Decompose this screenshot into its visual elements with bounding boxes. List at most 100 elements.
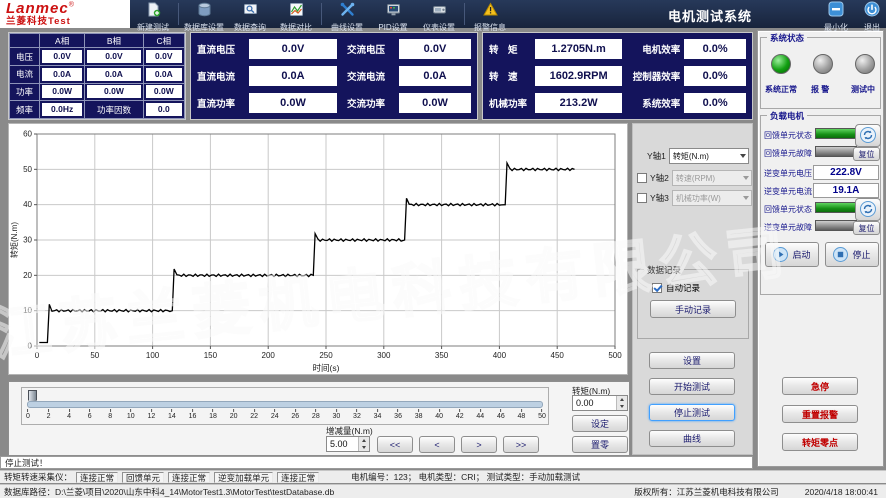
corner-cell	[10, 34, 40, 48]
emergency-stop-button[interactable]: 急停	[782, 377, 858, 395]
spin-up-icon[interactable]	[359, 437, 369, 444]
fast-decrease-button[interactable]: <<	[377, 436, 413, 453]
slider-tick: 30	[332, 409, 340, 420]
set-torque-button[interactable]: 设定	[572, 415, 628, 432]
motor-start-button[interactable]: 启动	[765, 242, 819, 267]
copyright-text: 版权所有：江苏兰菱机电科技有限公司	[634, 486, 779, 498]
y-axis-3-checkbox[interactable]	[637, 193, 647, 203]
zero-button[interactable]: 置零	[572, 436, 628, 453]
power-factor-value: 0.0	[146, 103, 182, 116]
dc-current-value: 0.0A	[249, 66, 337, 86]
load-control-panel: 0246810121416182022242628303234363840424…	[8, 381, 630, 456]
torque-slider-track[interactable]	[27, 401, 543, 408]
spin-down-icon[interactable]	[617, 403, 627, 410]
start-test-button[interactable]: 开始测试	[649, 378, 735, 395]
toolbar-meter-settings[interactable]: 仪表设置	[416, 0, 462, 28]
spin-down-icon[interactable]	[359, 444, 369, 451]
torque-value: 1.2705N.m	[535, 39, 623, 59]
feedback-reset-button[interactable]: 复位	[853, 147, 880, 161]
increase-button[interactable]: >	[461, 436, 497, 453]
data-record-groupbox: 数据记录 自动记录 手动记录	[637, 269, 749, 339]
motor-stop-button[interactable]: 停止	[825, 242, 879, 267]
settings-button[interactable]: 设置	[649, 352, 735, 369]
toolbar-curve-settings[interactable]: 曲线设置	[324, 0, 370, 28]
y-axis-2-label: Y轴2	[650, 172, 669, 184]
feedback-status-bar	[815, 128, 857, 139]
toolbar-data-compare[interactable]: 数据对比	[273, 0, 319, 28]
logo-text: Lanmec	[6, 0, 69, 17]
slider-tick: 40	[435, 409, 443, 420]
step-amount-input[interactable]	[327, 437, 358, 451]
controller-efficiency-value: 0.0%	[684, 66, 746, 86]
mech-power-value: 213.2W	[535, 93, 623, 113]
toolbar-alarm-info[interactable]: 报警信息	[467, 0, 513, 28]
inverter-reset-button[interactable]: 复位	[853, 221, 880, 235]
toolbar-data-query[interactable]: 数据查询	[227, 0, 273, 28]
svg-text:350: 350	[435, 351, 449, 360]
stop-test-button[interactable]: 停止测试	[649, 404, 735, 421]
toolbar: 新建测试 数据库设置 数据查询 数据对比 曲线设置 PID设置	[130, 0, 513, 28]
toolbar-pid-settings[interactable]: PID设置	[370, 0, 416, 28]
stop-icon	[833, 247, 848, 262]
toolbar-new-test[interactable]: 新建测试	[130, 0, 176, 28]
svg-text:时间(s): 时间(s)	[313, 363, 340, 373]
ac-power-value: 0.0W	[399, 93, 471, 113]
y-axis-1-row: Y轴1 转矩(N.m)	[647, 148, 749, 164]
conn-status: 连接正常	[76, 472, 118, 483]
toolbar-separator	[178, 3, 179, 25]
conn-unit: 逆变加载单元	[214, 472, 273, 483]
spin-up-icon[interactable]	[617, 396, 627, 403]
toolbar-database-settings[interactable]: 数据库设置	[181, 0, 227, 28]
slider-tick: 6	[88, 409, 92, 420]
phase-value: 0.0W	[146, 85, 182, 98]
dc-ac-row: 直流电压 0.0V 交流电压 0.0V	[197, 39, 471, 59]
decrease-button[interactable]: <	[419, 436, 455, 453]
power-exit-icon	[864, 1, 880, 22]
status-message-bar: 停止测试！	[0, 456, 753, 469]
row-label: 电压	[10, 48, 40, 66]
svg-text:0: 0	[28, 342, 33, 351]
system-efficiency-value: 0.0%	[684, 93, 746, 113]
motor-efficiency-value: 0.0%	[684, 39, 746, 59]
inverter-fault-bar	[815, 220, 857, 231]
data-query-icon	[243, 2, 258, 22]
conn-status: 连接正常	[277, 472, 319, 483]
curve-button[interactable]: 曲线	[649, 430, 735, 447]
inverter-reset-icon-button[interactable]	[855, 198, 881, 221]
col-header: B相	[85, 34, 143, 48]
reset-alarm-button[interactable]: 重置报警	[782, 405, 858, 423]
feedback-reset-icon-button[interactable]	[855, 124, 881, 147]
manual-record-button[interactable]: 手动记录	[650, 300, 736, 318]
y-axis-3-select[interactable]: 机械功率(W)	[672, 190, 752, 206]
torque-input[interactable]	[573, 396, 616, 410]
torque-zero-button[interactable]: 转矩零点	[782, 433, 858, 451]
pid-settings-icon	[386, 2, 401, 22]
phase-value: 0.0A	[87, 68, 140, 81]
minimize-button[interactable]: 最小化	[824, 1, 848, 33]
slider-tick: 10	[127, 409, 135, 420]
svg-text:0: 0	[35, 351, 40, 360]
logo-registered-mark: ®	[69, 2, 74, 9]
fast-increase-button[interactable]: >>	[503, 436, 539, 453]
y-axis-1-select[interactable]: 转矩(N.m)	[669, 148, 749, 164]
step-amount-spinbox	[326, 436, 370, 452]
exit-button[interactable]: 退出	[864, 1, 880, 33]
inverter-current-value: 19.1A	[813, 183, 879, 198]
slider-tick: 8	[108, 409, 112, 420]
phase-value: 0.0A	[42, 68, 82, 81]
lanmec-logo: Lanmec® 兰菱科技Test	[0, 0, 130, 28]
slider-tick: 26	[291, 409, 299, 420]
row-label: 功率因数	[85, 101, 143, 119]
titlebar: Lanmec® 兰菱科技Test 新建测试 数据库设置 数据查询 数据对比	[0, 0, 886, 28]
chevron-down-icon	[743, 196, 749, 200]
table-row: 电压 0.0V 0.0V 0.0V	[10, 48, 185, 66]
new-test-icon	[146, 2, 161, 22]
slider-tick-labels: 0246810121416182022242628303234363840424…	[28, 409, 542, 424]
y-axis-2-checkbox[interactable]	[637, 173, 647, 183]
y-axis-2-select[interactable]: 转速(RPM)	[672, 170, 752, 186]
database-path-bar: 数据库路径： D:\兰菱\项目\2020\山东中科4_14\MotorTest1…	[0, 484, 886, 498]
slider-tick: 28	[312, 409, 320, 420]
phase-table-panel: A相 B相 C相 电压 0.0V 0.0V 0.0V 电流 0.0A 0.0A …	[8, 32, 186, 120]
auto-record-checkbox[interactable]	[652, 283, 662, 293]
conn-unit: 回馈单元	[122, 472, 164, 483]
